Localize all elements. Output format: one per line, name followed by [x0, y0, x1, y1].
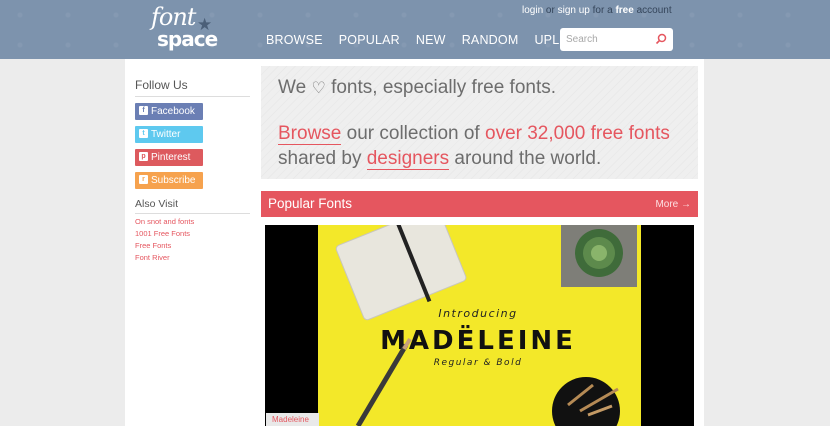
hero-tagline-rest: fonts, especially free fonts.: [331, 77, 557, 98]
featured-sub: Regular & Bold: [434, 358, 523, 368]
hero-description: Browse our collection of over 32,000 fre…: [278, 121, 670, 171]
hero-mid: our collection of: [346, 123, 480, 144]
pinterest-label: Pinterest: [151, 152, 191, 163]
featured-intro: Introducing: [438, 307, 517, 320]
pinterest-icon: p: [139, 152, 148, 161]
account-for-a: for a: [592, 5, 613, 16]
also-visit-heading: Also Visit: [135, 198, 250, 214]
font-count: over 32,000 free fonts: [485, 123, 670, 144]
hero-shared: shared by: [278, 148, 362, 169]
search-box: [560, 28, 673, 51]
twitter-icon: t: [139, 129, 148, 138]
search-icon[interactable]: [655, 33, 667, 45]
nav-browse[interactable]: BROWSE: [266, 33, 323, 47]
signup-link[interactable]: sign up: [558, 5, 590, 16]
browse-link[interactable]: Browse: [278, 123, 342, 145]
account-or: or: [545, 5, 555, 16]
search-input[interactable]: [560, 28, 650, 51]
account-free: free: [615, 5, 634, 16]
site-header: font ★ space login or sign up for a free…: [0, 0, 830, 59]
login-link[interactable]: login: [522, 5, 543, 16]
heart-icon: ♡: [311, 80, 326, 97]
sidebar: Follow Us f Facebook t Twitter p Pinterest …: [135, 78, 250, 262]
subscribe-label: Subscribe: [151, 175, 196, 186]
link-on-snot-and-fonts[interactable]: On snot and fonts: [135, 217, 250, 226]
nav-new[interactable]: NEW: [416, 33, 446, 47]
featured-background: Introducing MADËLEINE Regular & Bold: [318, 225, 641, 426]
hero-banner: We ♡ fonts, especially free fonts. Brows…: [261, 66, 698, 179]
account-links: login or sign up for a free account: [522, 5, 672, 16]
fontspace-logo[interactable]: font ★ space: [147, 3, 227, 55]
featured-caption[interactable]: Madeleine: [266, 413, 319, 426]
also-visit-links: On snot and fonts 1001 Free Fonts Free F…: [135, 217, 250, 262]
link-free-fonts[interactable]: Free Fonts: [135, 241, 250, 250]
hero-end: around the world.: [454, 148, 602, 169]
logo-text-bottom: space: [157, 27, 218, 51]
link-1001-free-fonts[interactable]: 1001 Free Fonts: [135, 229, 250, 238]
twitter-button[interactable]: t Twitter: [135, 126, 203, 143]
rss-icon: r: [139, 175, 148, 184]
follow-us-heading: Follow Us: [135, 78, 250, 97]
subscribe-button[interactable]: r Subscribe: [135, 172, 203, 189]
designers-link[interactable]: designers: [366, 148, 450, 170]
popular-fonts-title: Popular Fonts: [268, 196, 353, 211]
popular-fonts-bar: Popular Fonts More →: [261, 191, 698, 217]
facebook-icon: f: [139, 106, 148, 115]
main-nav: BROWSE POPULAR NEW RANDOM UPLOAD: [266, 33, 603, 47]
plant-shape: [561, 225, 637, 287]
hero-tagline: We ♡ fonts, especially free fonts.: [278, 77, 556, 99]
hero-we: We: [278, 77, 307, 98]
pinterest-button[interactable]: p Pinterest: [135, 149, 203, 166]
facebook-button[interactable]: f Facebook: [135, 103, 203, 120]
link-font-river[interactable]: Font River: [135, 253, 250, 262]
facebook-label: Facebook: [151, 106, 195, 117]
pencil-cup-shape: [552, 377, 620, 426]
more-link[interactable]: More →: [655, 199, 691, 210]
twitter-label: Twitter: [151, 129, 181, 140]
featured-artwork: Introducing MADËLEINE Regular & Bold: [335, 225, 637, 426]
featured-font-image[interactable]: Introducing MADËLEINE Regular & Bold Mad…: [265, 225, 694, 426]
nav-random[interactable]: RANDOM: [462, 33, 519, 47]
nav-popular[interactable]: POPULAR: [339, 33, 400, 47]
account-word: account: [636, 5, 672, 16]
